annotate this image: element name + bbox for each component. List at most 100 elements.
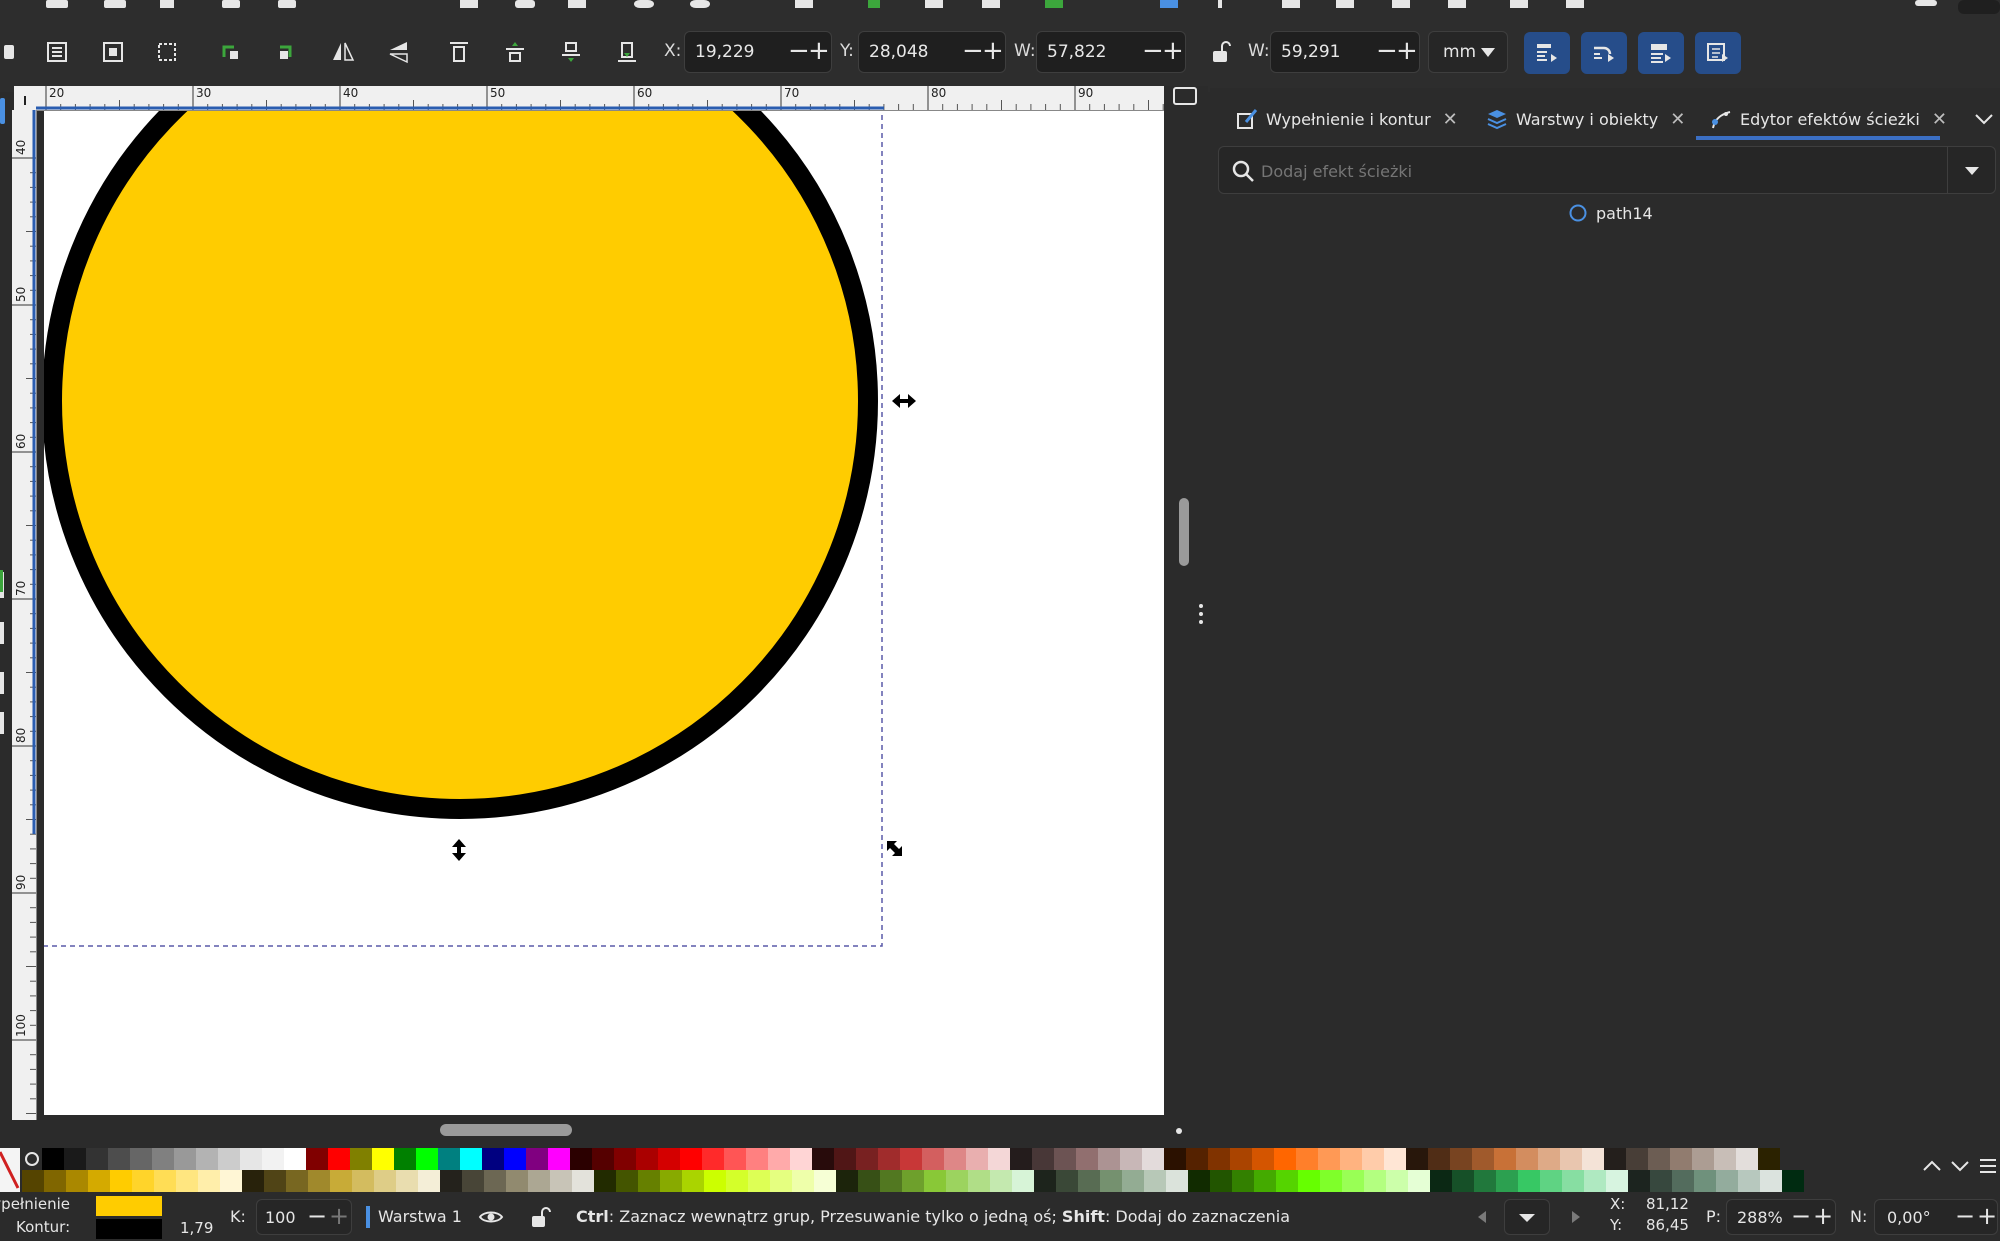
previous-page-button[interactable] [1470, 1204, 1494, 1230]
palette-swatch[interactable] [372, 1148, 394, 1170]
palette-swatch[interactable] [1560, 1148, 1582, 1170]
select-all-icon[interactable] [0, 35, 34, 69]
palette-swatch[interactable] [1582, 1148, 1604, 1170]
palette-swatch[interactable] [1208, 1148, 1230, 1170]
palette-swatch[interactable] [1384, 1148, 1406, 1170]
palette-swatch[interactable] [330, 1170, 352, 1192]
palette-swatch[interactable] [152, 1148, 174, 1170]
palette-swatch[interactable] [1056, 1170, 1078, 1192]
palette-swatch[interactable] [1252, 1148, 1274, 1170]
palette-swatch[interactable] [570, 1148, 592, 1170]
palette-swatch[interactable] [1142, 1148, 1164, 1170]
palette-swatch[interactable] [130, 1148, 152, 1170]
flip-vertical-icon[interactable] [382, 35, 416, 69]
palette-swatch[interactable] [922, 1148, 944, 1170]
raise-icon[interactable] [498, 35, 532, 69]
palette-swatch[interactable] [42, 1148, 64, 1170]
palette-swatch[interactable] [1254, 1170, 1276, 1192]
palette-swatch[interactable] [1342, 1170, 1364, 1192]
palette-swatch[interactable] [636, 1148, 658, 1170]
palette-swatch[interactable] [1738, 1170, 1760, 1192]
close-tab-path-effects-icon[interactable]: ✕ [1932, 109, 1947, 130]
palette-swatch[interactable] [1230, 1148, 1252, 1170]
close-tab-fill-stroke-icon[interactable]: ✕ [1443, 109, 1458, 130]
palette-swatch[interactable] [504, 1148, 526, 1170]
select-all-layers-icon[interactable] [40, 35, 74, 69]
palette-swatch[interactable] [526, 1148, 548, 1170]
palette-swatch[interactable] [284, 1148, 306, 1170]
palette-swatch[interactable] [1012, 1170, 1034, 1192]
palette-swatch[interactable] [836, 1170, 858, 1192]
palette-swatch[interactable] [946, 1170, 968, 1192]
palette-swatch[interactable] [1318, 1148, 1340, 1170]
palette-swatch[interactable] [814, 1170, 836, 1192]
palette-swatch[interactable] [528, 1170, 550, 1192]
palette-swatch[interactable] [154, 1170, 176, 1192]
palette-swatch[interactable] [174, 1148, 196, 1170]
palette-swatch[interactable] [108, 1148, 130, 1170]
palette-swatch[interactable] [988, 1148, 1010, 1170]
palette-swatch[interactable] [88, 1170, 110, 1192]
palette-swatch[interactable] [1714, 1148, 1736, 1170]
stroke-width-value[interactable]: 1,79 [180, 1219, 213, 1237]
palette-swatch[interactable] [1122, 1170, 1144, 1192]
palette-swatch[interactable] [1406, 1148, 1428, 1170]
palette-swatch[interactable] [660, 1170, 682, 1192]
palette-swatch[interactable] [1340, 1148, 1362, 1170]
zoom-out-button[interactable]: − [1791, 1202, 1811, 1230]
palette-swatch[interactable] [1120, 1148, 1142, 1170]
palette-swatch[interactable] [1628, 1170, 1650, 1192]
palette-swatch[interactable] [550, 1170, 572, 1192]
palette-swatch[interactable] [1760, 1170, 1782, 1192]
palette-swatch[interactable] [196, 1148, 218, 1170]
palette-swatch[interactable] [240, 1148, 262, 1170]
vertical-scrollbar[interactable] [1179, 498, 1199, 572]
rotation-increment-button[interactable]: + [1977, 1202, 1997, 1230]
palette-swatch[interactable] [812, 1148, 834, 1170]
palette-swatch[interactable] [482, 1148, 504, 1170]
tabs-overflow-button[interactable] [1970, 98, 2000, 140]
palette-swatch[interactable] [44, 1170, 66, 1192]
close-tab-layers-icon[interactable]: ✕ [1670, 109, 1685, 130]
palette-swatch[interactable] [286, 1170, 308, 1192]
palette-swatch[interactable] [394, 1148, 416, 1170]
palette-swatch[interactable] [594, 1170, 616, 1192]
unset-paint-swatch[interactable] [22, 1148, 42, 1170]
palette-swatch[interactable] [374, 1170, 396, 1192]
palette-swatch[interactable] [1584, 1170, 1606, 1192]
palette-swatch[interactable] [1650, 1170, 1672, 1192]
palette-swatch[interactable] [1736, 1148, 1758, 1170]
palette-swatch[interactable] [1494, 1148, 1516, 1170]
palette-swatch[interactable] [724, 1148, 746, 1170]
flip-horizontal-icon[interactable] [326, 35, 360, 69]
yellow-circle-object[interactable] [44, 111, 878, 819]
deselect-icon[interactable] [96, 35, 130, 69]
palette-swatch[interactable] [616, 1170, 638, 1192]
y-increment-button[interactable]: + [982, 36, 1004, 66]
palette-swatch[interactable] [880, 1170, 902, 1192]
palette-swatch[interactable] [1516, 1148, 1538, 1170]
x-decrement-button[interactable]: − [788, 36, 810, 66]
palette-swatch[interactable] [1188, 1170, 1210, 1192]
palette-swatch[interactable] [680, 1148, 702, 1170]
path-effect-search-input[interactable] [1259, 155, 1933, 187]
palette-swatch[interactable] [704, 1170, 726, 1192]
palette-swatch[interactable] [1144, 1170, 1166, 1192]
palette-swatch[interactable] [592, 1148, 614, 1170]
palette-swatch[interactable] [1364, 1170, 1386, 1192]
palette-swatch[interactable] [132, 1170, 154, 1192]
next-page-button[interactable] [1564, 1204, 1588, 1230]
opacity-increment-button[interactable]: + [329, 1202, 349, 1230]
palette-swatch[interactable] [1166, 1170, 1188, 1192]
palette-swatch[interactable] [1606, 1170, 1628, 1192]
palette-swatch[interactable] [64, 1148, 86, 1170]
palette-scroll-down-button[interactable] [1948, 1154, 1972, 1178]
palette-swatch[interactable] [1186, 1148, 1208, 1170]
palette-swatch[interactable] [1648, 1148, 1670, 1170]
horizontal-scrollbar[interactable] [440, 1124, 572, 1136]
scale-handle-right[interactable] [892, 394, 916, 408]
horizontal-ruler[interactable]: 20 30 40 50 60 70 80 90 [26, 86, 1208, 111]
palette-swatch[interactable] [878, 1148, 900, 1170]
palette-swatch[interactable] [902, 1170, 924, 1192]
palette-swatch[interactable] [1670, 1148, 1692, 1170]
